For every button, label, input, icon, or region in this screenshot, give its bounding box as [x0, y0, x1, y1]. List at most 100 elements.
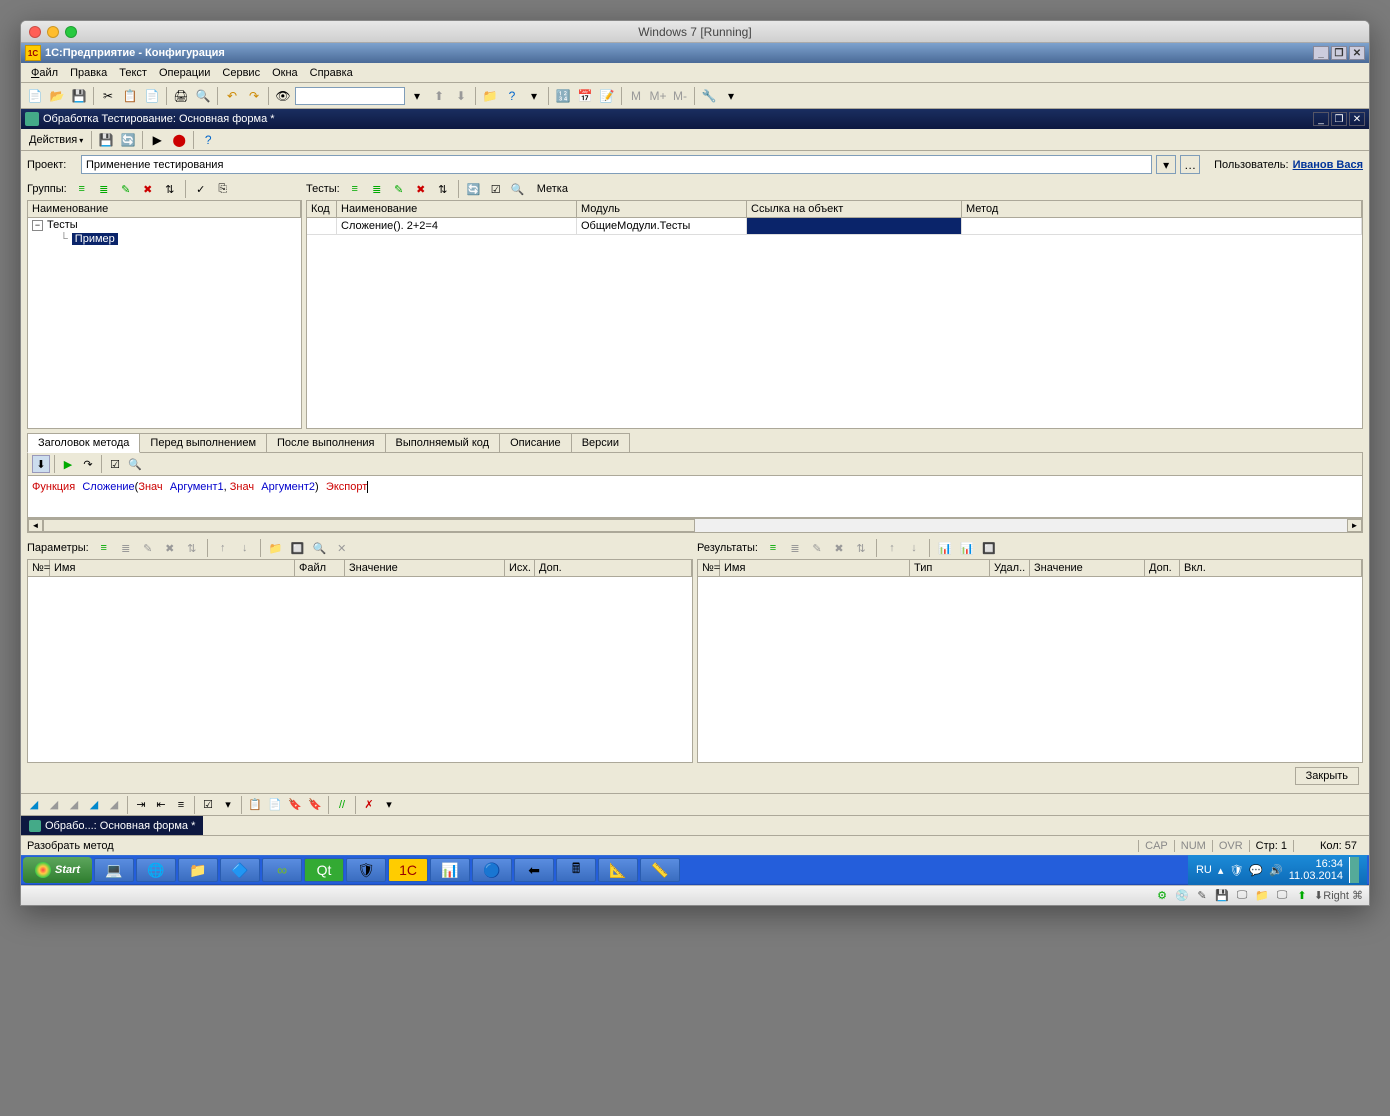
vm-icon-4[interactable]: 💾	[1214, 888, 1230, 904]
code-scrollbar[interactable]: ◄ ►	[27, 518, 1363, 533]
m-minus-button[interactable]: M-	[670, 86, 690, 106]
params-view-button[interactable]: 🔲	[289, 539, 307, 557]
task-qt[interactable]: Qt	[304, 858, 344, 882]
project-select-button[interactable]: …	[1180, 155, 1200, 174]
results-add-button[interactable]: ≡	[764, 539, 782, 557]
doc-stop-button[interactable]: ⬤	[169, 130, 189, 150]
settings-drop-button[interactable]: ▾	[721, 86, 741, 106]
language-indicator[interactable]: RU	[1196, 864, 1212, 876]
task-app5[interactable]: ⬅	[514, 858, 554, 882]
user-link[interactable]: Иванов Вася	[1293, 159, 1363, 171]
tree-root[interactable]: − Тесты	[28, 218, 301, 232]
params-edit-button[interactable]: ✎	[139, 539, 157, 557]
new-button[interactable]: 📄	[25, 86, 45, 106]
preview-button[interactable]: 🔍	[193, 86, 213, 106]
task-folder[interactable]: 📁	[178, 858, 218, 882]
doc-minimize-button[interactable]: _	[1313, 112, 1329, 126]
calendar-button[interactable]: 📅	[575, 86, 595, 106]
menu-service[interactable]: Сервис	[216, 65, 266, 81]
app-minimize-button[interactable]: _	[1313, 46, 1329, 60]
task-app2[interactable]: 🛡	[346, 858, 386, 882]
tests-del-button[interactable]: ✖	[412, 180, 430, 198]
task-calc[interactable]: 🖩	[556, 858, 596, 882]
results-chart2-button[interactable]: 📊	[958, 539, 976, 557]
params-del-button[interactable]: ✖	[161, 539, 179, 557]
results-level-button[interactable]: ⇅	[852, 539, 870, 557]
tree-collapse-icon[interactable]: −	[32, 220, 43, 231]
tab-desc[interactable]: Описание	[499, 433, 572, 452]
code-goto-button[interactable]: ⬇	[32, 455, 50, 473]
m-plus-button[interactable]: M+	[648, 86, 668, 106]
results-grid[interactable]	[698, 577, 1362, 762]
tests-level-button[interactable]: ⇅	[434, 180, 452, 198]
task-app1[interactable]: 🔷	[220, 858, 260, 882]
close-button[interactable]: Закрыть	[1295, 767, 1359, 785]
project-drop-button[interactable]: ▾	[1156, 155, 1176, 174]
vm-icon-8[interactable]: ⬆	[1294, 888, 1310, 904]
bt-check-drop-button[interactable]: ▾	[219, 796, 237, 814]
cut-button[interactable]: ✂	[98, 86, 118, 106]
bt-check-button[interactable]: ☑	[199, 796, 217, 814]
tab-after[interactable]: После выполнения	[266, 433, 386, 452]
params-add-button[interactable]: ≡	[95, 539, 113, 557]
find-button[interactable]: 👁	[273, 86, 293, 106]
tests-edit-button[interactable]: ✎	[390, 180, 408, 198]
params-search-button[interactable]: 🔍	[311, 539, 329, 557]
groups-expand-button[interactable]: ⎘	[214, 180, 232, 198]
vm-icon-1[interactable]: ⚙	[1154, 888, 1170, 904]
bt-list-button[interactable]: ≡	[172, 796, 190, 814]
task-explorer[interactable]: 💻	[94, 858, 134, 882]
settings-button[interactable]: 🔧	[699, 86, 719, 106]
tests-row[interactable]: Сложение(). 2+2=4 ОбщиеМодули.Тесты	[307, 218, 1362, 235]
actions-button[interactable]: Действия	[25, 134, 87, 146]
params-grid[interactable]	[28, 577, 692, 762]
code-editor[interactable]: Функция Сложение(Знач Аргумент1, Знач Ар…	[27, 476, 1363, 518]
vm-icon-6[interactable]: 📁	[1254, 888, 1270, 904]
tray-expand-icon[interactable]: ▴	[1218, 864, 1224, 877]
code-step-button[interactable]: ↷	[79, 455, 97, 473]
app-restore-button[interactable]: ❐	[1331, 46, 1347, 60]
results-del-button[interactable]: ✖	[830, 539, 848, 557]
menu-windows[interactable]: Окна	[266, 65, 304, 81]
save-button[interactable]: 💾	[69, 86, 89, 106]
paste-button[interactable]: 📄	[142, 86, 162, 106]
groups-level-button[interactable]: ⇅	[161, 180, 179, 198]
tab-versions[interactable]: Версии	[571, 433, 630, 452]
bt-copy-button[interactable]: 📋	[246, 796, 264, 814]
redo-button[interactable]: ↷	[244, 86, 264, 106]
tray-icon-1[interactable]: 🛡	[1229, 864, 1243, 877]
start-button[interactable]: Start	[23, 857, 92, 883]
tests-add-button[interactable]: ≡	[346, 180, 364, 198]
doc-refresh-button[interactable]: 🔄	[118, 130, 138, 150]
project-input[interactable]: Применение тестирования	[81, 155, 1152, 174]
groups-edit-button[interactable]: ✎	[117, 180, 135, 198]
help-drop-button[interactable]: ▾	[524, 86, 544, 106]
tab-before[interactable]: Перед выполнением	[139, 433, 267, 452]
show-desktop-button[interactable]	[1349, 857, 1359, 883]
doc-close-button[interactable]: ✕	[1349, 112, 1365, 126]
find-prev-button[interactable]: ⬆	[429, 86, 449, 106]
tests-copy-button[interactable]: ≣	[368, 180, 386, 198]
params-level-button[interactable]: ⇅	[183, 539, 201, 557]
task-app7[interactable]: 📏	[640, 858, 680, 882]
bt-icon-5[interactable]: ◢	[105, 796, 123, 814]
tests-search-button[interactable]: 🔍	[509, 180, 527, 198]
groups-copy-button[interactable]: ≣	[95, 180, 113, 198]
menu-help[interactable]: Справка	[304, 65, 359, 81]
menu-text[interactable]: Текст	[113, 65, 153, 81]
vm-icon-3[interactable]: ✎	[1194, 888, 1210, 904]
groups-add-button[interactable]: ≡	[73, 180, 91, 198]
results-up-button[interactable]: ↑	[883, 539, 901, 557]
results-down-button[interactable]: ↓	[905, 539, 923, 557]
task-vs[interactable]: ∞	[262, 858, 302, 882]
menu-file[interactable]: Файл	[25, 65, 64, 81]
bt-comment-button[interactable]: //	[333, 796, 351, 814]
bt-icon-3[interactable]: ◢	[65, 796, 83, 814]
tree-child[interactable]: └ Пример	[28, 232, 301, 246]
tray-icon-3[interactable]: 🔊	[1269, 864, 1283, 877]
doc-run-button[interactable]: ▶	[147, 130, 167, 150]
m-button[interactable]: M	[626, 86, 646, 106]
params-copy-button[interactable]: ≣	[117, 539, 135, 557]
task-1c[interactable]: 1C	[388, 858, 428, 882]
vm-icon-2[interactable]: 💿	[1174, 888, 1190, 904]
